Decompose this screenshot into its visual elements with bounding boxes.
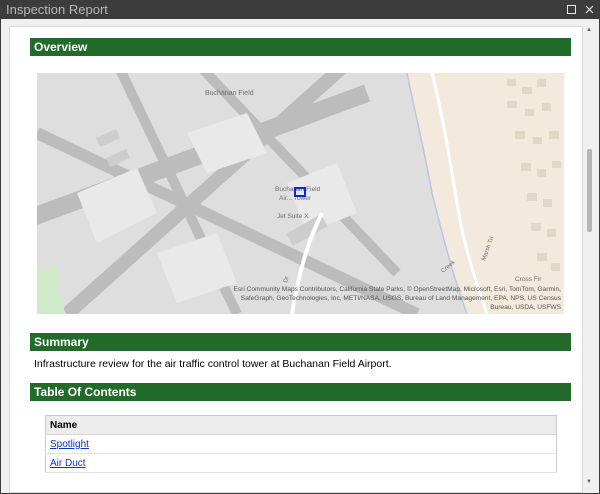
summary-text: Infrastructure review for the air traffi… [34,358,392,370]
toc-column-name: Name [45,415,557,435]
toc-header: Table Of Contents [30,383,571,401]
toc-header-row: Name [45,415,557,435]
report-window: Inspection Report Overview Buchanan Fiel… [0,0,600,494]
toc-link-spotlight[interactable]: Spotlight [50,439,89,450]
map-label-suite: Jet Suite X [277,213,309,220]
summary-header: Summary [30,333,571,351]
title-bar: Inspection Report [1,1,599,19]
maximize-icon [566,5,576,14]
overview-header: Overview [30,38,571,56]
map-label-field: Buchanan Field [205,90,254,97]
table-row: Air Duct [45,453,557,473]
maximize-button[interactable] [561,1,581,19]
map-label-cross: Cross Fir [515,276,542,283]
map-graphic: Buchanan Field Buchanan Field Air... Tow… [37,73,564,314]
scroll-up-icon[interactable]: ▲ [585,26,593,34]
window-title: Inspection Report [6,2,108,17]
overview-map[interactable]: Buchanan Field Buchanan Field Air... Tow… [37,73,564,314]
table-row: Spotlight [45,434,557,454]
close-button[interactable] [579,1,599,19]
vertical-scrollbar[interactable]: ▲ ▼ [585,26,593,486]
toc-table: Name Spotlight Air Duct [45,415,557,473]
report-viewport: Overview Buchanan Field Buchanan Field A… [5,20,595,493]
map-attribution: Esri Community Maps Contributors, Califo… [233,286,561,311]
scroll-thumb[interactable] [587,149,592,232]
report-page: Overview Buchanan Field Buchanan Field A… [9,26,583,493]
close-icon [585,5,593,14]
toc-link-air-duct[interactable]: Air Duct [50,458,86,469]
scroll-down-icon[interactable]: ▼ [585,478,593,486]
